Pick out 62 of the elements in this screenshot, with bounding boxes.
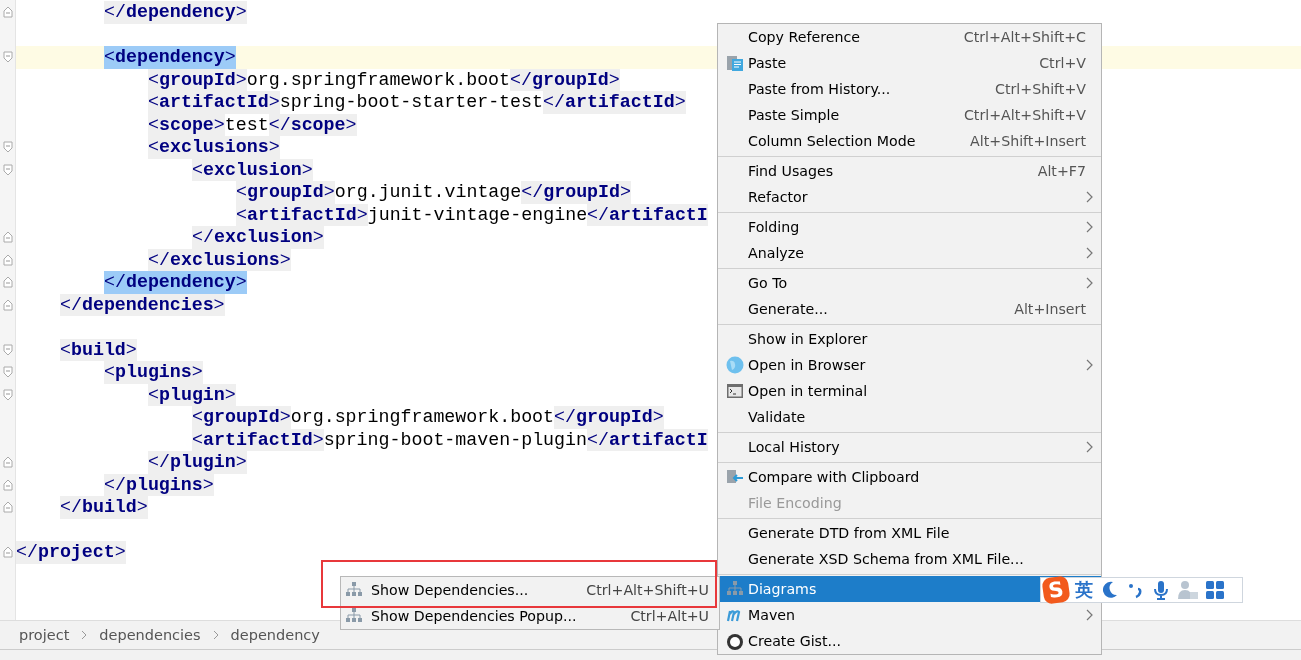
xml-tag: <exclusions> [148, 136, 280, 159]
menu-item[interactable]: Find Usages Alt+F7 [718, 158, 1101, 184]
xml-tag: </dependencies> [60, 293, 225, 316]
tag-value: org.springframework.boot [246, 68, 511, 91]
xml-tag: <artifactId> [236, 203, 368, 226]
menu-item[interactable]: Open in terminal [718, 378, 1101, 404]
menu-item[interactable]: Show in Explorer [718, 326, 1101, 352]
menu-item[interactable]: Open in Browser [718, 352, 1101, 378]
xml-tag: </artifactId> [543, 91, 686, 114]
xml-tag: <artifactId> [148, 91, 280, 114]
xml-tag: <exclusion> [192, 158, 313, 181]
xml-tag: </exclusions> [148, 248, 291, 271]
xml-tag: </groupId> [521, 181, 631, 204]
breadcrumb[interactable]: project [19, 627, 70, 643]
xml-tag: <groupId> [192, 406, 291, 429]
xml-tag: </project> [16, 541, 126, 564]
tag-value: org.springframework.boot [290, 406, 555, 429]
menu-item[interactable]: Analyze [718, 240, 1101, 266]
menu-item[interactable]: Generate XSD Schema from XML File... [718, 546, 1101, 572]
menu-item[interactable]: Generate DTD from XML File [718, 520, 1101, 546]
menu-item[interactable]: Validate [718, 404, 1101, 430]
breadcrumb[interactable]: dependency [230, 627, 320, 643]
menu-item[interactable]: Compare with Clipboard [718, 464, 1101, 490]
menu-item[interactable]: Paste from History... Ctrl+Shift+V [718, 76, 1101, 102]
menu-item[interactable]: Create Gist... [718, 628, 1101, 654]
xml-tag: <artifactId> [192, 428, 324, 451]
menu-item[interactable]: Folding [718, 214, 1101, 240]
menu-item[interactable]: Column Selection Mode Alt+Shift+Insert [718, 128, 1101, 154]
xml-tag: </build> [60, 496, 148, 519]
xml-tag: </exclusion> [192, 226, 324, 249]
breadcrumb[interactable]: dependencies [99, 627, 201, 643]
menu-item[interactable]: Paste Ctrl+V [718, 50, 1101, 76]
xml-tag: </plugins> [104, 473, 214, 496]
tag-value: spring-boot-starter-test [279, 91, 543, 114]
menu-item[interactable]: Show Dependencies... Ctrl+Alt+Shift+U [341, 577, 719, 603]
xml-tag: <scope> [148, 113, 225, 136]
xml-tag: </plugin> [148, 451, 247, 474]
menu-item[interactable]: Local History [718, 434, 1101, 460]
xml-tag: </dependency> [104, 1, 247, 24]
xml-tag: </groupId> [554, 406, 664, 429]
tag-value: org.junit.vintage [334, 181, 522, 204]
xml-tag: <groupId> [236, 181, 335, 204]
tag-value: test [224, 113, 269, 136]
xml-tag: <plugin> [148, 383, 236, 406]
menu-item[interactable]: Copy Reference Ctrl+Alt+Shift+C [718, 24, 1101, 50]
menu-item[interactable]: Refactor [718, 184, 1101, 210]
xml-tag: </scope> [268, 113, 357, 136]
tag-value: spring-boot-maven-plugin [323, 428, 587, 451]
menu-item[interactable]: Maven [718, 602, 1101, 628]
xml-tag: <dependency> [104, 46, 236, 69]
menu-item[interactable]: Generate... Alt+Insert [718, 296, 1101, 322]
language-toggle[interactable]: 英 [1075, 578, 1093, 602]
xml-tag: </artifactI [587, 428, 708, 451]
xml-tag: </groupId> [510, 68, 620, 91]
xml-tag: <plugins> [104, 361, 203, 384]
tag-value: junit-vintage-engine [367, 203, 588, 226]
menu-item[interactable]: Go To [718, 270, 1101, 296]
menu-item[interactable]: Paste Simple Ctrl+Alt+Shift+V [718, 102, 1101, 128]
xml-tag: <groupId> [148, 68, 247, 91]
xml-tag: </artifactI [587, 203, 708, 226]
xml-tag: </dependency> [104, 271, 247, 294]
xml-tag: <build> [60, 338, 137, 361]
